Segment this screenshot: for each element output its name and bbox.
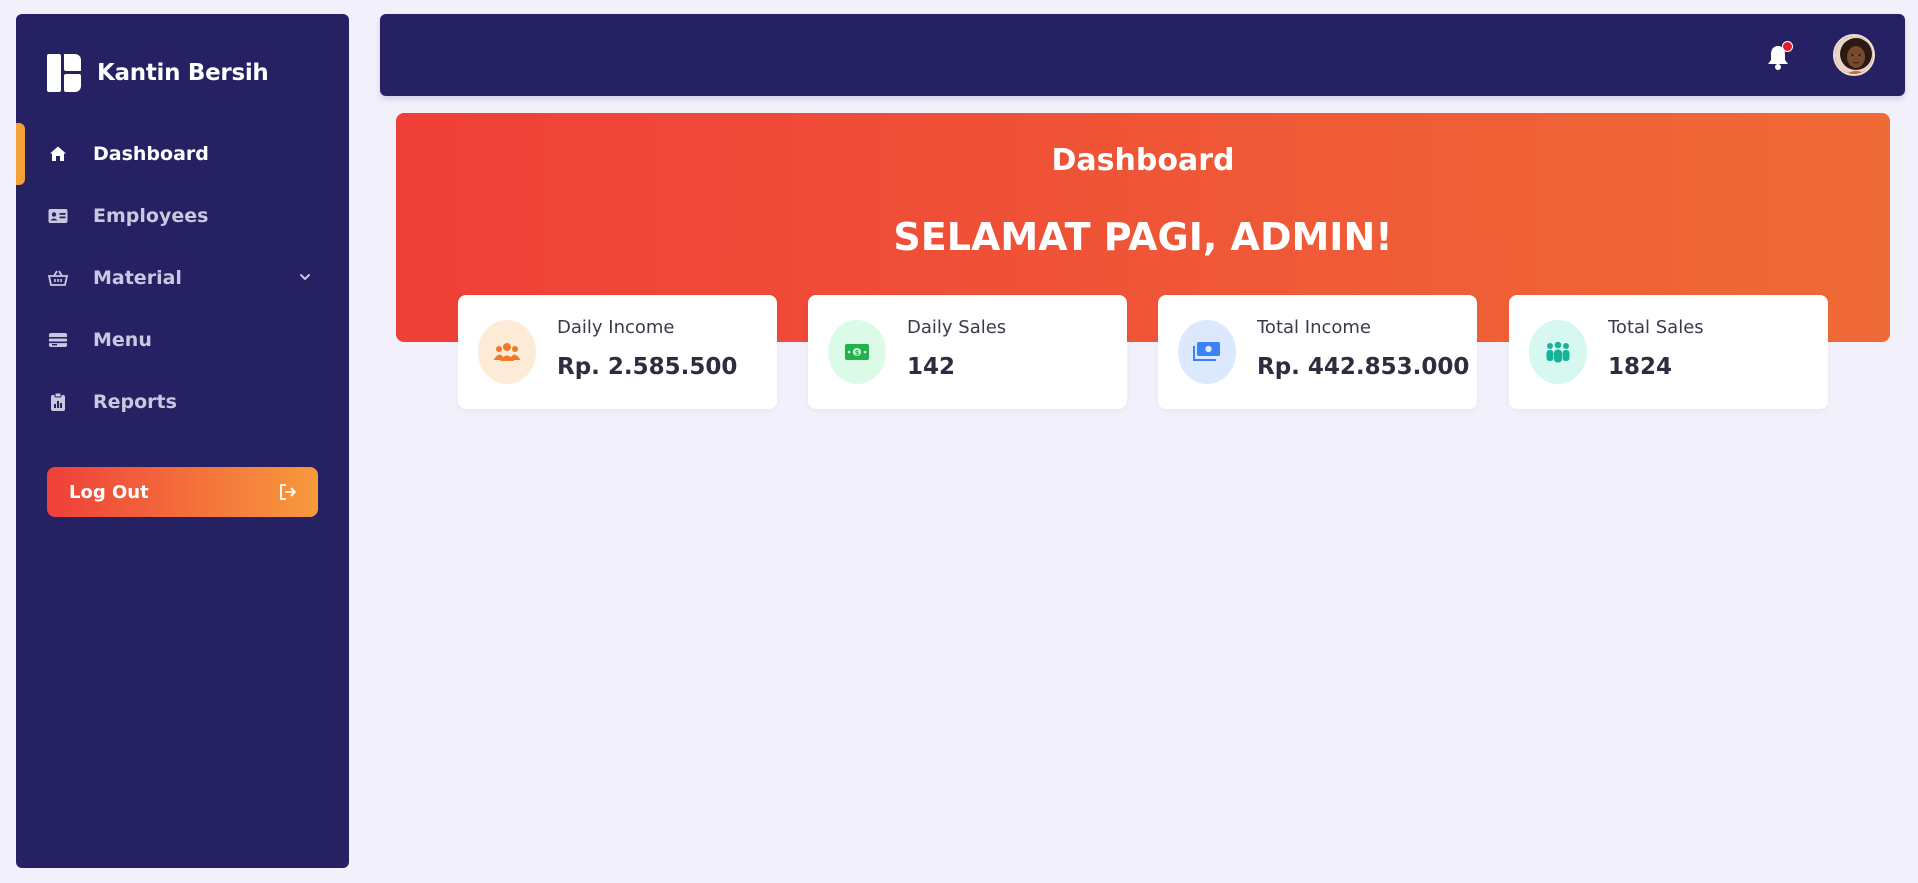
stat-label: Daily Income (557, 317, 675, 338)
clipboard-icon (47, 391, 69, 413)
stat-card-daily-income: Daily Income Rp. 2.585.500 (458, 295, 777, 409)
stat-label: Total Income (1257, 317, 1371, 338)
money-bill-icon: $ (828, 320, 886, 384)
basket-icon (47, 267, 69, 289)
sidebar-item-reports[interactable]: Reports (16, 371, 349, 433)
stat-value: Rp. 2.585.500 (557, 354, 738, 380)
id-card-icon (47, 205, 69, 227)
menu-list-icon (47, 329, 69, 351)
svg-text:$: $ (855, 349, 860, 357)
sidebar-item-menu[interactable]: Menu (16, 309, 349, 371)
brand[interactable]: Kantin Bersih (47, 54, 269, 92)
chevron-down-icon[interactable] (295, 267, 315, 287)
brand-name: Kantin Bersih (97, 60, 269, 86)
stat-card-total-income: Total Income Rp. 442.853.000 (1158, 295, 1477, 409)
stat-label: Daily Sales (907, 317, 1007, 338)
sidebar-item-employees[interactable]: Employees (16, 185, 349, 247)
sidebar-item-label: Dashboard (93, 143, 209, 165)
stat-card-total-sales: Total Sales 1824 (1509, 295, 1828, 409)
stat-value: 142 (907, 354, 956, 380)
logout-icon (278, 482, 298, 502)
home-icon (47, 143, 69, 165)
logout-label: Log Out (69, 481, 149, 503)
logout-button[interactable]: Log Out (47, 467, 318, 517)
sidebar-item-label: Employees (93, 205, 209, 227)
brand-logo-icon (47, 54, 81, 92)
notification-badge (1782, 41, 1793, 52)
sidebar-item-material[interactable]: Material (16, 247, 349, 309)
greeting-text: SELAMAT PAGI, ADMIN! (893, 215, 1393, 259)
sidebar: Kantin Bersih Dashboard Employees Materi… (16, 14, 349, 868)
page-title: Dashboard (1051, 143, 1235, 178)
stat-value: 1824 (1608, 354, 1673, 380)
notification-button[interactable] (1765, 41, 1795, 71)
sidebar-item-label: Material (93, 267, 182, 289)
people-group-icon (1529, 320, 1587, 384)
stat-value: Rp. 442.853.000 (1257, 354, 1470, 380)
users-icon (478, 320, 536, 384)
money-stack-icon (1178, 320, 1236, 384)
stat-label: Total Sales (1608, 317, 1704, 338)
sidebar-nav: Dashboard Employees Material Menu Report… (16, 123, 349, 433)
avatar[interactable] (1833, 34, 1875, 76)
sidebar-item-dashboard[interactable]: Dashboard (16, 123, 349, 185)
stat-card-daily-sales: $ Daily Sales 142 (808, 295, 1127, 409)
sidebar-item-label: Menu (93, 329, 152, 351)
topbar (380, 14, 1905, 96)
sidebar-item-label: Reports (93, 391, 177, 413)
